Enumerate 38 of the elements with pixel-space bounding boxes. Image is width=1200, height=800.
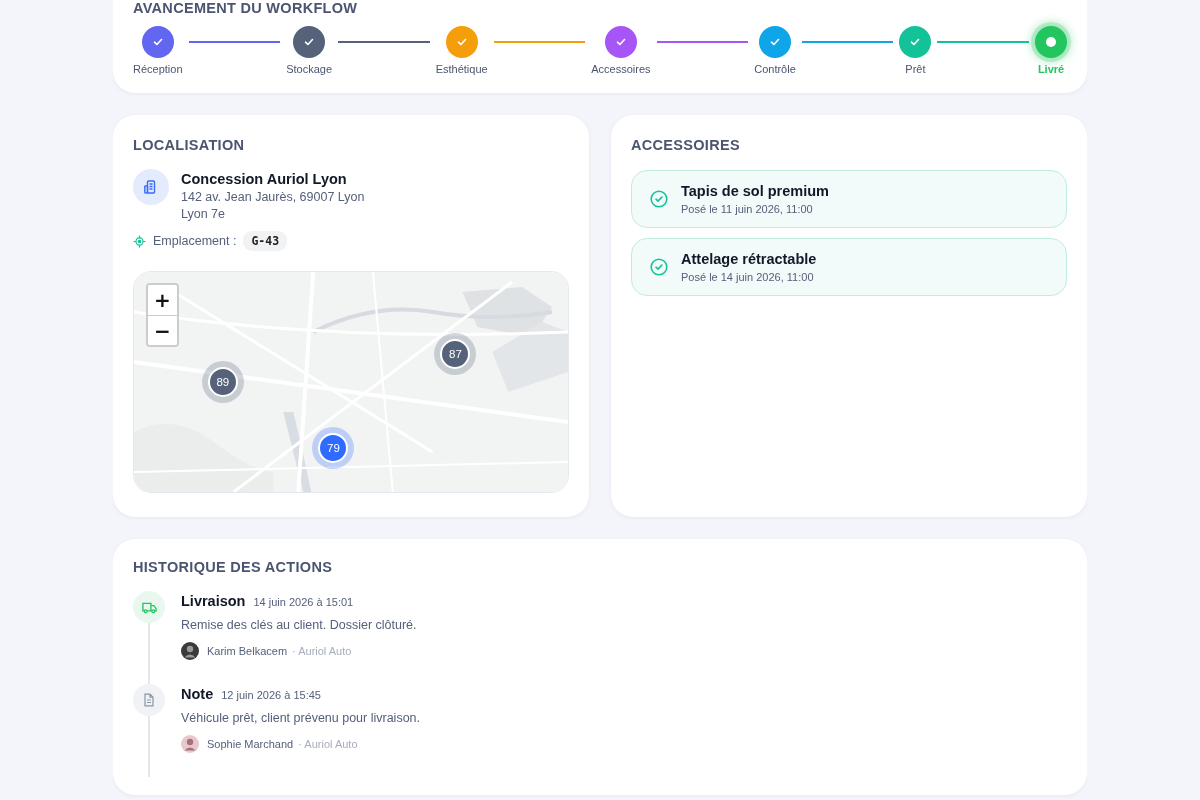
event-description: Remise des clés au client. Dossier clôturé. [181,618,417,632]
event-date: 12 juin 2026 à 15:45 [221,689,321,701]
check-circle-icon [650,258,668,276]
accessory-name: Attelage rétractable [681,251,817,267]
accessory-name: Tapis de sol premium [681,183,829,199]
district-text: Lyon 7e [181,207,227,221]
event-title: Livraison [181,593,246,609]
slot-label: Emplacement : [153,234,237,248]
step-label: Réception [133,63,183,75]
step-label: Esthétique [435,63,488,75]
event-date: 14 juin 2026 à 15:01 [253,596,354,608]
event-title: Note [181,686,214,702]
accessory-date: Posé le 11 juin 2026, 11:00 [681,203,814,215]
zoom-out-button[interactable]: − [148,315,177,345]
step-label: Prêt [905,63,926,75]
author-name: Karim Belkacem [207,645,288,657]
zoom-in-button[interactable]: + [148,285,177,315]
accessory-date: Posé le 14 juin 2026, 11:00 [681,271,815,283]
address-text: 142 av. Jean Jaurès, 69007 Lyon [181,190,365,204]
author-name: Sophie Marchand [207,738,294,750]
check-circle-icon [650,190,668,208]
step-label: Stockage [286,63,333,75]
avatar [181,642,199,660]
section-title: AVANCEMENT DU WORKFLOW [133,0,359,16]
section-title: LOCALISATION [133,137,246,153]
step-label: Accessoires [591,63,651,75]
company-name: · Auriol Auto [298,738,358,750]
building-icon [133,169,169,205]
section-title: HISTORIQUE DES ACTIONS [133,559,334,575]
section-title: ACCESSOIRES [631,137,741,153]
company-name: · Auriol Auto [292,645,352,657]
slot-code: G-43 [243,231,288,251]
target-icon [133,234,146,248]
step-label: Livré [1037,63,1065,75]
avatar [181,735,199,753]
event-description: Véhicule prêt, client prévenu pour livraison. [181,711,421,725]
step-label: Contrôle [754,63,796,75]
dealership-name: Concession Auriol Lyon [181,171,348,187]
